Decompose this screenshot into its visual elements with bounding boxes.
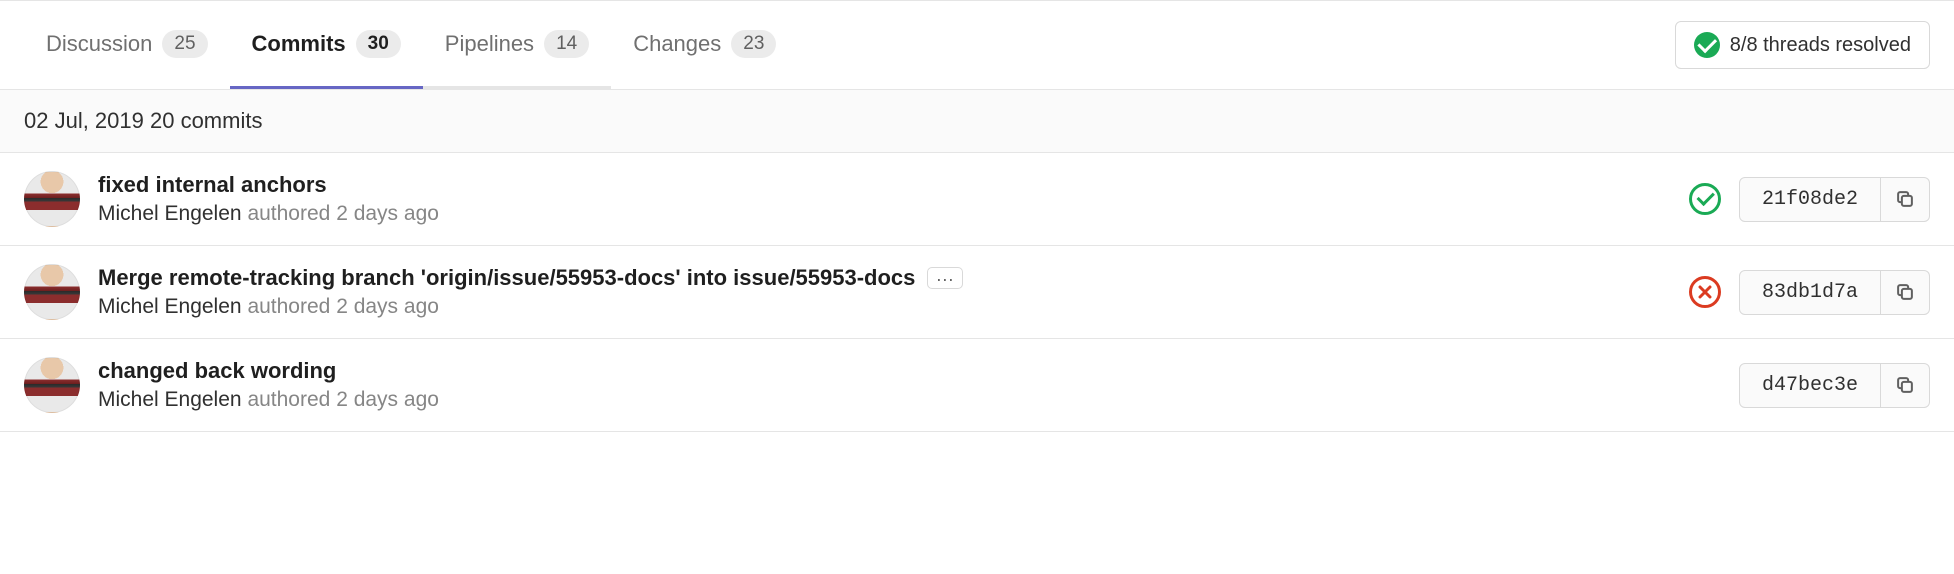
tab-changes-label: Changes <box>633 31 721 57</box>
commit-info: Merge remote-tracking branch 'origin/iss… <box>98 265 1671 319</box>
commit-meta: Michel Engelen authored 2 days ago <box>98 388 1721 412</box>
date-header: 02 Jul, 2019 20 commits <box>0 89 1954 153</box>
commit-author[interactable]: Michel Engelen <box>98 388 242 411</box>
commit-actions: 83db1d7a <box>1689 270 1930 315</box>
commit-title[interactable]: changed back wording <box>98 358 336 384</box>
commit-info: changed back wording Michel Engelen auth… <box>98 358 1721 412</box>
commit-author[interactable]: Michel Engelen <box>98 202 242 225</box>
avatar[interactable] <box>24 357 80 413</box>
commit-time: 2 days ago <box>336 202 439 225</box>
sha-group: d47bec3e <box>1739 363 1930 408</box>
copy-sha-button[interactable] <box>1881 270 1930 315</box>
copy-sha-button[interactable] <box>1881 177 1930 222</box>
avatar[interactable] <box>24 171 80 227</box>
tab-discussion[interactable]: Discussion 25 <box>24 1 230 89</box>
commit-row: changed back wording Michel Engelen auth… <box>0 339 1954 432</box>
copy-icon <box>1895 282 1915 302</box>
expand-message-button[interactable]: ... <box>927 267 963 289</box>
commit-title[interactable]: Merge remote-tracking branch 'origin/iss… <box>98 265 915 291</box>
commit-actions: d47bec3e <box>1739 363 1930 408</box>
commit-authored-label: authored <box>247 295 336 318</box>
commit-time: 2 days ago <box>336 388 439 411</box>
pipeline-status-failed-icon[interactable] <box>1689 276 1721 308</box>
tab-commits-label: Commits <box>252 31 346 57</box>
sha-group: 21f08de2 <box>1739 177 1930 222</box>
commit-sha[interactable]: 83db1d7a <box>1739 270 1881 315</box>
tab-pipelines-label: Pipelines <box>445 31 534 57</box>
commit-authored-label: authored <box>247 388 336 411</box>
tab-commits-badge: 30 <box>356 30 401 58</box>
commit-row: Merge remote-tracking branch 'origin/iss… <box>0 246 1954 339</box>
sha-group: 83db1d7a <box>1739 270 1930 315</box>
threads-resolved-text: 8/8 threads resolved <box>1730 34 1911 57</box>
commit-sha[interactable]: 21f08de2 <box>1739 177 1881 222</box>
tab-commits[interactable]: Commits 30 <box>230 1 423 89</box>
tab-changes-badge: 23 <box>731 30 776 58</box>
commit-title[interactable]: fixed internal anchors <box>98 172 327 198</box>
commit-sha[interactable]: d47bec3e <box>1739 363 1881 408</box>
commit-meta: Michel Engelen authored 2 days ago <box>98 202 1671 226</box>
commit-row: fixed internal anchors Michel Engelen au… <box>0 153 1954 246</box>
tab-discussion-label: Discussion <box>46 31 152 57</box>
commit-actions: 21f08de2 <box>1689 177 1930 222</box>
commit-author[interactable]: Michel Engelen <box>98 295 242 318</box>
commit-authored-label: authored <box>247 202 336 225</box>
tab-pipelines-badge: 14 <box>544 30 589 58</box>
copy-sha-button[interactable] <box>1881 363 1930 408</box>
threads-resolved[interactable]: 8/8 threads resolved <box>1675 21 1930 69</box>
pipeline-status-passed-icon[interactable] <box>1689 183 1721 215</box>
tabs-row: Discussion 25 Commits 30 Pipelines 14 Ch… <box>0 1 1954 89</box>
copy-icon <box>1895 189 1915 209</box>
tab-pipelines[interactable]: Pipelines 14 <box>423 1 611 89</box>
tab-discussion-badge: 25 <box>162 30 207 58</box>
commit-meta: Michel Engelen authored 2 days ago <box>98 295 1671 319</box>
tab-changes[interactable]: Changes 23 <box>611 1 798 89</box>
copy-icon <box>1895 375 1915 395</box>
commit-info: fixed internal anchors Michel Engelen au… <box>98 172 1671 226</box>
commit-time: 2 days ago <box>336 295 439 318</box>
check-circle-icon <box>1694 32 1720 58</box>
avatar[interactable] <box>24 264 80 320</box>
